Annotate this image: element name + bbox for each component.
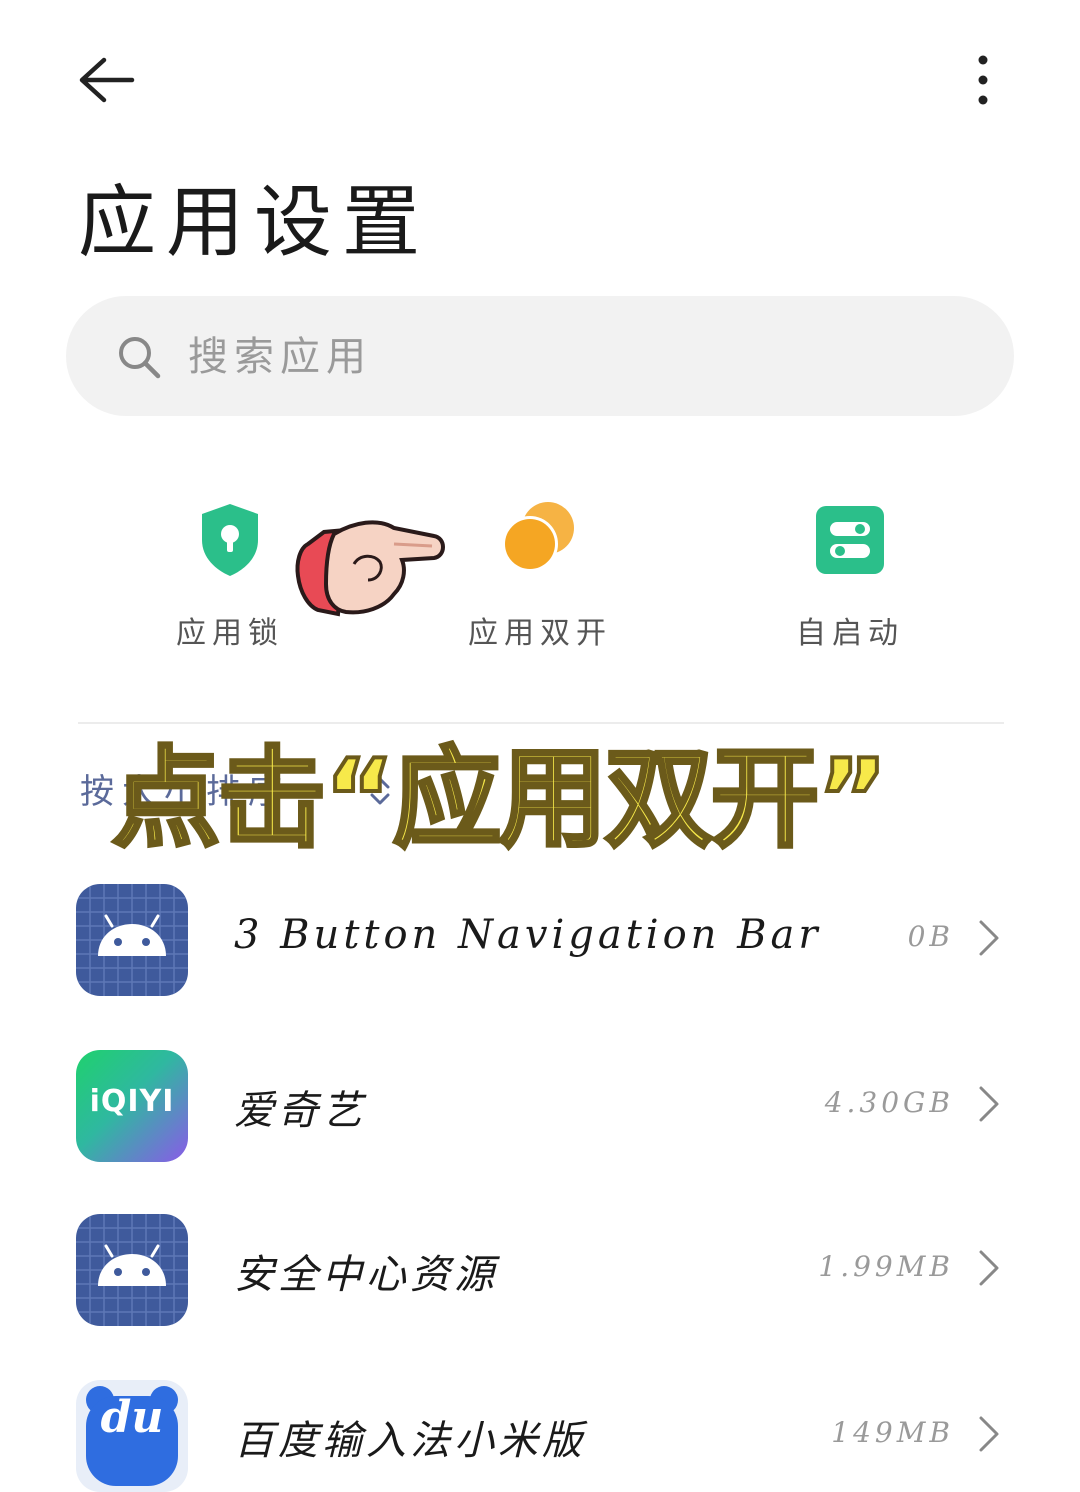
- overlay-caption: 点击“应用双开”: [110, 735, 890, 864]
- dual-apps-label: 应用双开: [468, 616, 612, 651]
- chevron-right-icon: [979, 1416, 999, 1452]
- app-lock-label: 应用锁: [176, 616, 284, 651]
- app-name: 百度输入法小米版: [234, 1418, 586, 1464]
- back-button[interactable]: [70, 52, 150, 108]
- baidu-logo-text: du: [100, 1392, 164, 1443]
- iqiyi-icon: iQIYI: [76, 1050, 188, 1162]
- chevron-right-icon: [979, 1250, 999, 1286]
- list-item[interactable]: 安全中心资源 1.99MB: [76, 1214, 1006, 1326]
- app-name: 爱奇艺: [234, 1088, 366, 1134]
- list-item[interactable]: 3 Button Navigation Bar 0B: [76, 884, 1006, 996]
- android-icon: [76, 884, 188, 996]
- app-name: 3 Button Navigation Bar: [234, 912, 822, 958]
- dual-circle-icon: [502, 502, 574, 572]
- app-size: 4.30GB: [824, 1086, 954, 1119]
- search-input[interactable]: [186, 326, 970, 388]
- android-icon: [76, 1214, 188, 1326]
- dual-apps-button[interactable]: 应用双开: [440, 500, 640, 651]
- pointing-hand-icon: [294, 514, 450, 620]
- app-size: 1.99MB: [818, 1250, 954, 1283]
- search-icon: [116, 334, 162, 380]
- app-size: 0B: [907, 920, 954, 953]
- auto-start-button[interactable]: 自启动: [760, 500, 940, 651]
- baidu-input-icon: du: [76, 1380, 188, 1492]
- chevron-right-icon: [979, 1086, 999, 1122]
- shield-keyhole-icon: [202, 504, 258, 576]
- more-vertical-icon: [978, 55, 988, 105]
- app-size: 149MB: [831, 1416, 954, 1449]
- list-item[interactable]: iQIYI 爱奇艺 4.30GB: [76, 1050, 1006, 1162]
- list-item[interactable]: du 百度输入法小米版 149MB: [76, 1380, 1006, 1492]
- more-options-button[interactable]: [960, 50, 1006, 114]
- arrow-left-icon: [79, 57, 135, 103]
- toggle-switch-icon: [816, 506, 884, 574]
- app-lock-button[interactable]: 应用锁: [140, 500, 320, 651]
- app-name: 安全中心资源: [234, 1252, 498, 1298]
- chevron-right-icon: [979, 920, 999, 956]
- auto-start-label: 自启动: [796, 616, 904, 651]
- page-title: 应用设置: [78, 178, 431, 268]
- iqiyi-logo-text: iQIYI: [89, 1084, 175, 1119]
